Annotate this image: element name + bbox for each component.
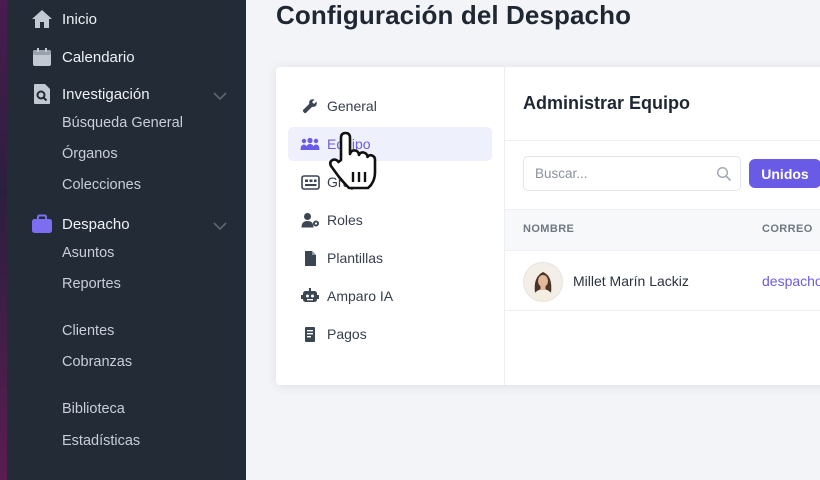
settings-item-label: Plantillas xyxy=(327,250,384,266)
column-header-correo[interactable]: CORREO xyxy=(762,223,813,235)
settings-item-general[interactable]: General xyxy=(288,89,492,123)
sidebar-subitem-asuntos[interactable]: Asuntos xyxy=(62,245,114,261)
unidos-filter-button[interactable]: Unidos xyxy=(749,159,820,188)
page-title: Configuración del Despacho xyxy=(276,0,632,30)
settings-item-amparo-ia[interactable]: Amparo IA xyxy=(288,279,492,313)
wrench-icon xyxy=(300,97,320,115)
team-panel: Administrar Equipo Unidos NOMBRE CORREO xyxy=(505,67,820,385)
sidebar: Inicio Calendario Investigación Búsqueda… xyxy=(0,0,246,480)
file-icon xyxy=(300,249,320,267)
table-row[interactable]: Millet Marín Lackiz despacho xyxy=(505,250,820,311)
calendar-icon xyxy=(31,46,53,68)
search-box[interactable] xyxy=(523,156,741,191)
search-icon xyxy=(716,166,732,182)
settings-menu: General Equipo Grupos Roles Plantillas A… xyxy=(276,67,505,385)
sidebar-subitem-reportes[interactable]: Reportes xyxy=(62,276,121,292)
sidebar-item-inicio[interactable]: Inicio xyxy=(31,8,97,30)
sidebar-item-despacho[interactable]: Despacho xyxy=(31,213,130,235)
settings-item-label: General xyxy=(327,98,377,114)
panel-title: Administrar Equipo xyxy=(523,93,691,113)
sidebar-item-investigacion[interactable]: Investigación xyxy=(31,83,150,105)
member-email[interactable]: despacho xyxy=(762,273,820,289)
sidebar-edge xyxy=(0,0,7,480)
team-icon xyxy=(300,135,320,153)
search-input[interactable] xyxy=(524,157,705,190)
settings-item-roles[interactable]: Roles xyxy=(288,203,492,237)
sidebar-item-label: Calendario xyxy=(62,48,135,66)
divider xyxy=(505,140,820,141)
sidebar-subitem-clientes[interactable]: Clientes xyxy=(62,323,114,339)
settings-item-label: Amparo IA xyxy=(327,288,394,304)
sidebar-item-label: Investigación xyxy=(62,85,150,103)
settings-item-label: Grupos xyxy=(327,174,373,190)
search-document-icon xyxy=(31,83,53,105)
sidebar-subitem-biblioteca[interactable]: Biblioteca xyxy=(62,401,125,417)
main-content: Configuración del Despacho General Equip… xyxy=(246,0,820,480)
chevron-down-icon[interactable] xyxy=(212,88,228,104)
sidebar-item-label: Despacho xyxy=(62,215,130,233)
column-header-nombre[interactable]: NOMBRE xyxy=(523,223,574,235)
settings-item-pagos[interactable]: Pagos xyxy=(288,317,492,351)
member-name: Millet Marín Lackiz xyxy=(573,273,689,289)
sidebar-subitem-colecciones[interactable]: Colecciones xyxy=(62,177,141,193)
avatar xyxy=(523,262,563,302)
sidebar-subitem-busqueda[interactable]: Búsqueda General xyxy=(62,115,183,131)
settings-card: General Equipo Grupos Roles Plantillas A… xyxy=(276,67,820,385)
id-card-icon xyxy=(300,173,320,191)
user-role-icon xyxy=(300,211,320,229)
home-icon xyxy=(31,8,53,30)
chevron-down-icon[interactable] xyxy=(212,218,228,234)
sidebar-subitem-estadisticas[interactable]: Estadísticas xyxy=(62,433,140,449)
sidebar-item-label: Inicio xyxy=(62,10,98,28)
robot-icon xyxy=(300,287,320,305)
settings-item-label: Equipo xyxy=(327,136,371,152)
sidebar-item-calendario[interactable]: Calendario xyxy=(31,46,135,68)
settings-item-grupos[interactable]: Grupos xyxy=(288,165,492,199)
settings-item-plantillas[interactable]: Plantillas xyxy=(288,241,492,275)
sidebar-subitem-organos[interactable]: Órganos xyxy=(62,146,118,162)
sidebar-subitem-cobranzas[interactable]: Cobranzas xyxy=(62,354,132,370)
briefcase-icon xyxy=(31,213,53,235)
receipt-icon xyxy=(300,325,320,343)
settings-item-label: Roles xyxy=(327,212,363,228)
table-header: NOMBRE CORREO xyxy=(505,209,820,251)
settings-item-equipo[interactable]: Equipo xyxy=(288,127,492,161)
settings-item-label: Pagos xyxy=(327,326,367,342)
